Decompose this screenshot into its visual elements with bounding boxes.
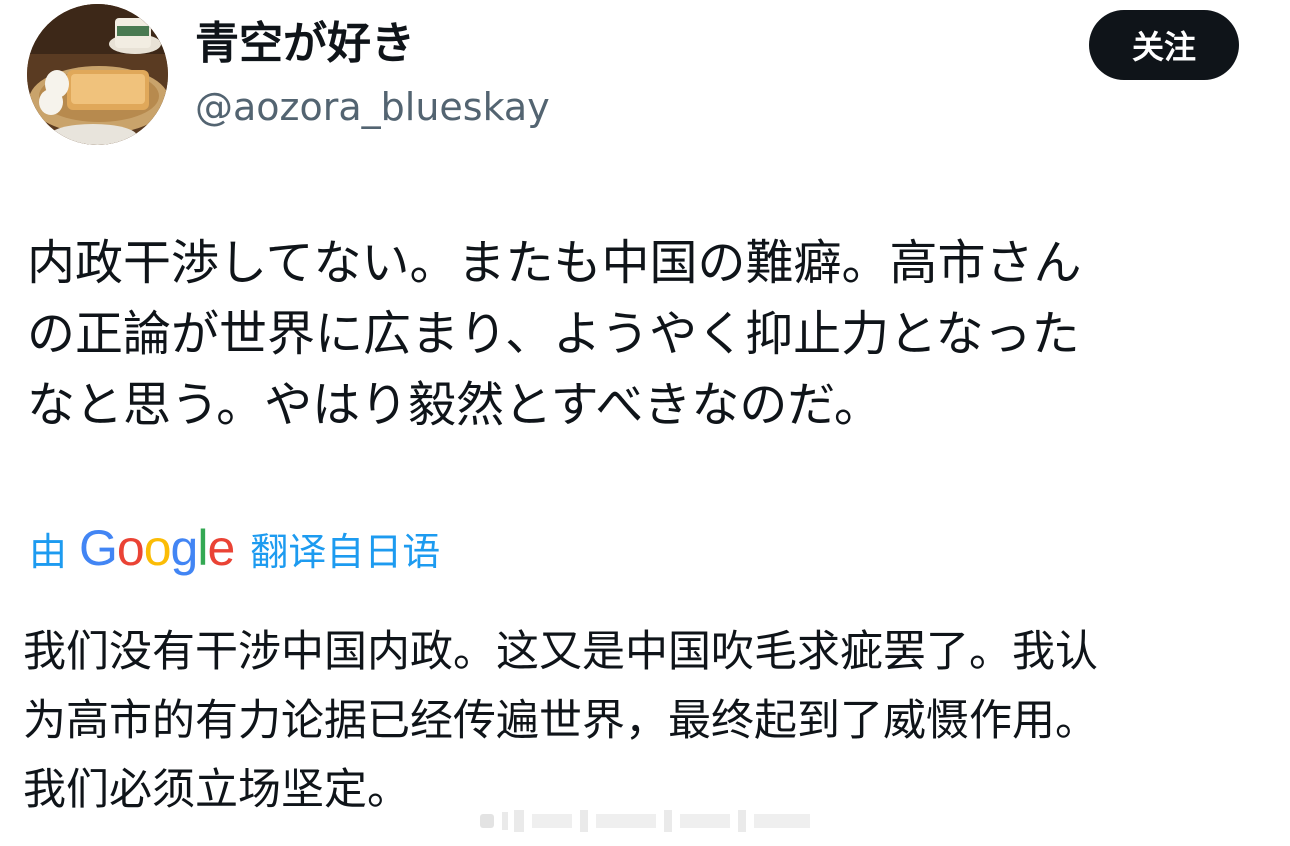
translation-by-label: 由 xyxy=(29,529,68,574)
follow-button[interactable]: 关注 xyxy=(1089,10,1239,80)
avatar-photo-toast-coffee-icon xyxy=(27,4,168,145)
user-handle[interactable]: @aozora_blueskay xyxy=(195,80,550,134)
tweet-text-line: の正論が世界に広まり、ようやく抑止力となった xyxy=(27,306,1080,362)
translated-text-line: 我们没有干涉中国内政。这又是中国吹毛求疵罢了。我认 xyxy=(23,627,1098,677)
avatar[interactable] xyxy=(27,4,168,145)
display-name[interactable]: 青空が好き xyxy=(195,14,415,74)
watermark-icon xyxy=(480,810,810,832)
tweet-card: 青空が好き @aozora_blueskay 关注 内政干渉してない。またも中国… xyxy=(0,0,1290,846)
tweet-text: 内政干渉してない。またも中国の難癖。高市さん の正論が世界に広まり、ようやく抑止… xyxy=(27,228,1242,441)
tweet-text-line: なと思う。やはり毅然とすべきなのだ。 xyxy=(27,377,882,433)
translated-text: 我们没有干涉中国内政。这又是中国吹毛求疵罢了。我认 为高市的有力论据已经传遍世界… xyxy=(23,618,1253,825)
tweet-text-line: 内政干渉してない。またも中国の難癖。高市さん xyxy=(27,235,1082,291)
translated-text-line: 为高市的有力论据已经传遍世界，最终起到了威慑作用。 xyxy=(23,696,1098,746)
google-logo: Google xyxy=(79,520,235,576)
translation-source-label: 翻译自日语 xyxy=(250,529,441,574)
translation-attribution[interactable]: 由 Google 翻译自日语 xyxy=(29,518,440,578)
